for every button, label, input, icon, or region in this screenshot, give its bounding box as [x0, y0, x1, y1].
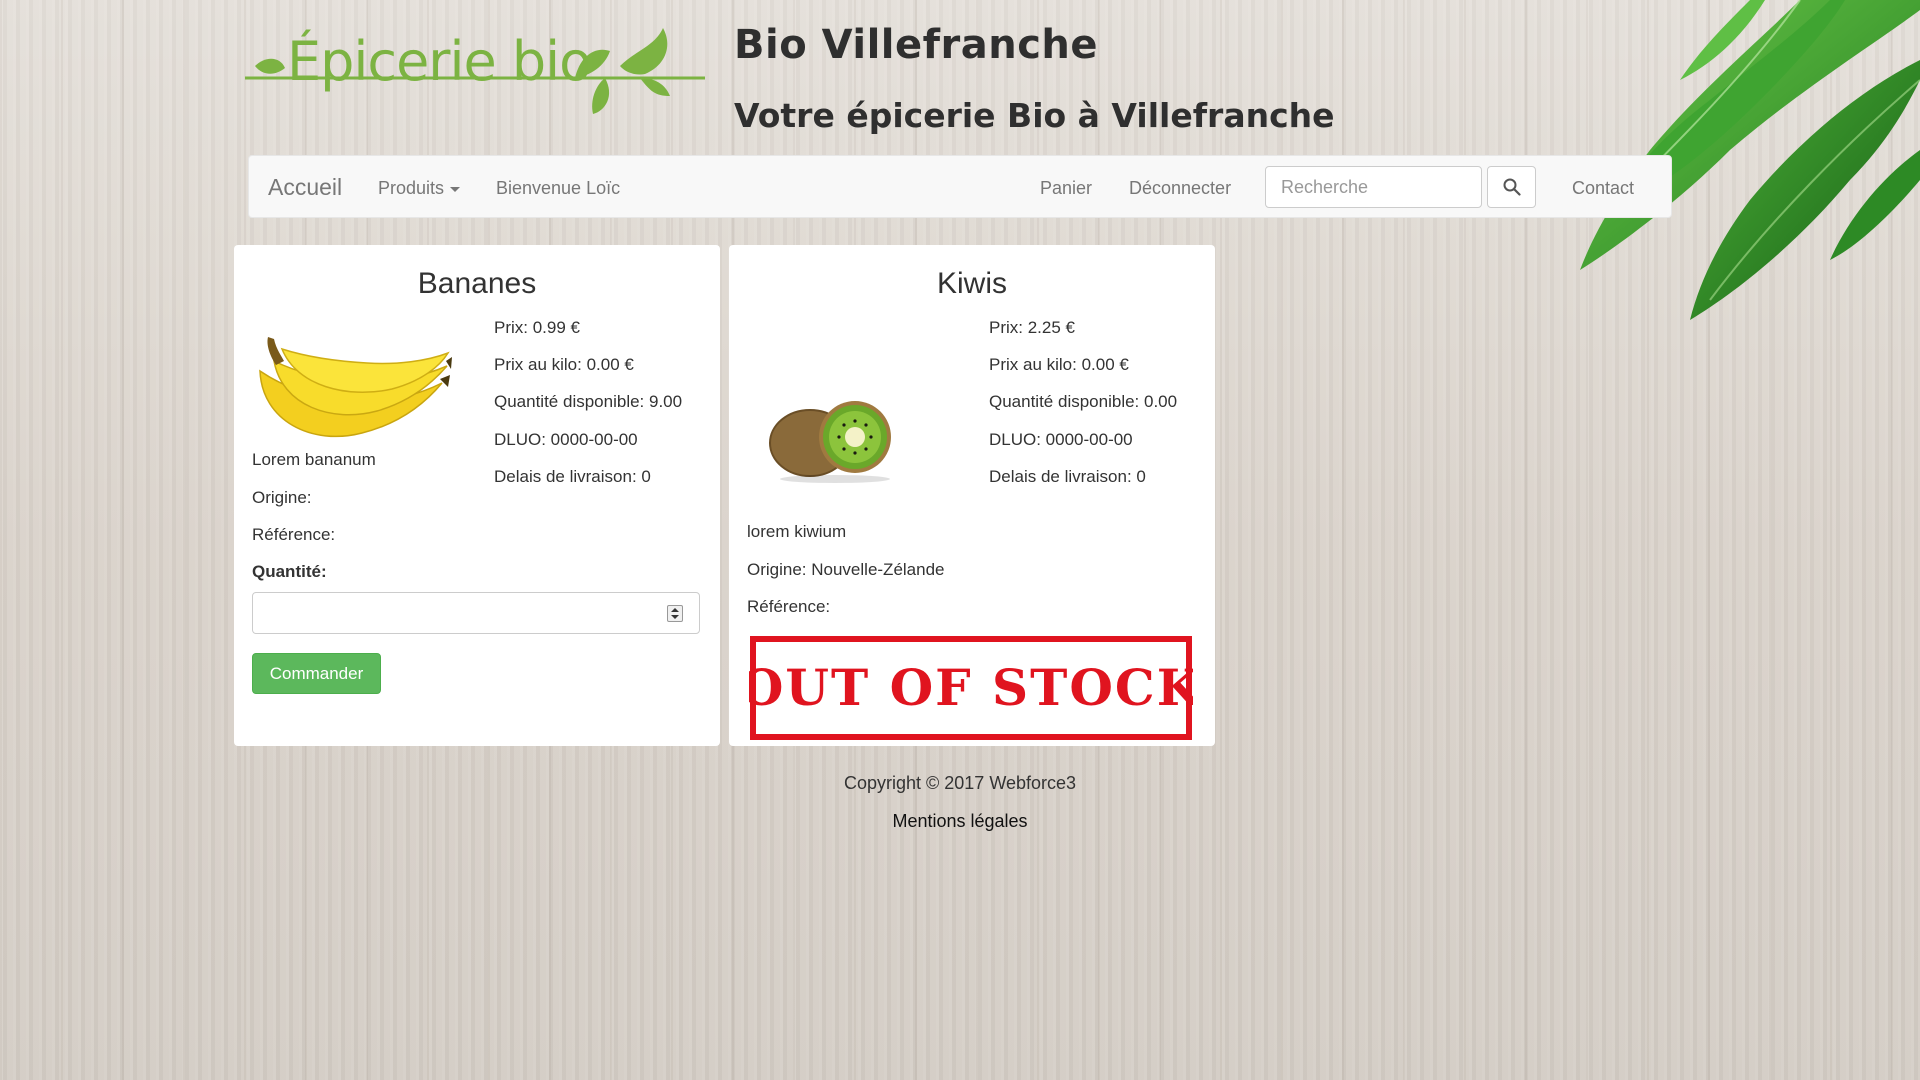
kiwi-image — [769, 401, 891, 483]
order-button[interactable]: Commander — [252, 653, 381, 694]
product-origin: Origine: — [252, 488, 312, 507]
product-dluo: DLUO: 0000-00-00 — [989, 430, 1133, 449]
out-of-stock-stamp: OUT OF STOCK — [749, 636, 1193, 740]
banana-image — [259, 337, 452, 438]
stamp-text: OUT OF STOCK — [749, 658, 1193, 717]
spinner-arrows-icon[interactable] — [667, 605, 683, 622]
product-delivery: Delais de livraison: 0 — [989, 467, 1146, 486]
site-subtitle: Votre épicerie Bio à Villefranche — [734, 96, 1335, 135]
logo-text: Épicerie bio — [287, 30, 592, 93]
footer-copyright: Copyright © 2017 Webforce3 — [843, 773, 1077, 793]
nav-products-label: Produits — [378, 178, 445, 198]
search-button[interactable] — [1487, 166, 1536, 208]
site-logo[interactable]: Épicerie bio — [245, 26, 705, 116]
product-delivery: Delais de livraison: 0 — [494, 467, 651, 486]
nav-logout-link[interactable]: Déconnecter — [1129, 178, 1231, 199]
nav-cart-link[interactable]: Panier — [1040, 178, 1092, 199]
product-reference: Référence: — [747, 597, 831, 616]
quantity-label: Quantité: — [252, 562, 327, 581]
product-price: Prix: 2.25 € — [989, 318, 1075, 337]
product-title: Bananes — [417, 267, 537, 300]
footer-legal-link[interactable]: Mentions légales — [0, 811, 1920, 832]
product-origin: Origine: Nouvelle-Zélande — [747, 560, 945, 579]
product-card-bananes: Bananes Prix: 0.99 € Prix au kilo: 0.00 … — [234, 245, 720, 746]
nav-products-dropdown[interactable]: Produits — [378, 178, 461, 199]
product-price-per-kilo: Prix au kilo: 0.00 € — [494, 355, 634, 374]
nav-contact-link[interactable]: Contact — [1572, 178, 1634, 199]
product-quantity-available: Quantité disponible: 0.00 — [989, 392, 1178, 411]
product-price: Prix: 0.99 € — [494, 318, 580, 337]
product-title: Kiwis — [936, 267, 1007, 300]
product-card-kiwis: Kiwis Prix: 2.25 € Prix au kilo: 0.00 € … — [729, 245, 1215, 746]
quantity-input[interactable] — [252, 592, 700, 634]
search-input[interactable] — [1265, 166, 1482, 208]
nav-home-link[interactable]: Accueil — [268, 174, 342, 201]
product-reference: Référence: — [252, 525, 336, 544]
main-navbar: Accueil Produits Bienvenue Loïc Panier D… — [248, 155, 1672, 218]
search-icon — [1503, 178, 1521, 196]
product-description: Lorem bananum — [252, 450, 376, 469]
product-dluo: DLUO: 0000-00-00 — [494, 430, 638, 449]
caret-down-icon — [450, 186, 461, 192]
product-price-per-kilo: Prix au kilo: 0.00 € — [989, 355, 1129, 374]
site-title: Bio Villefranche — [734, 22, 1099, 68]
product-quantity-available: Quantité disponible: 9.00 — [494, 392, 683, 411]
product-description: lorem kiwium — [747, 522, 847, 541]
nav-welcome-link[interactable]: Bienvenue Loïc — [496, 178, 620, 199]
